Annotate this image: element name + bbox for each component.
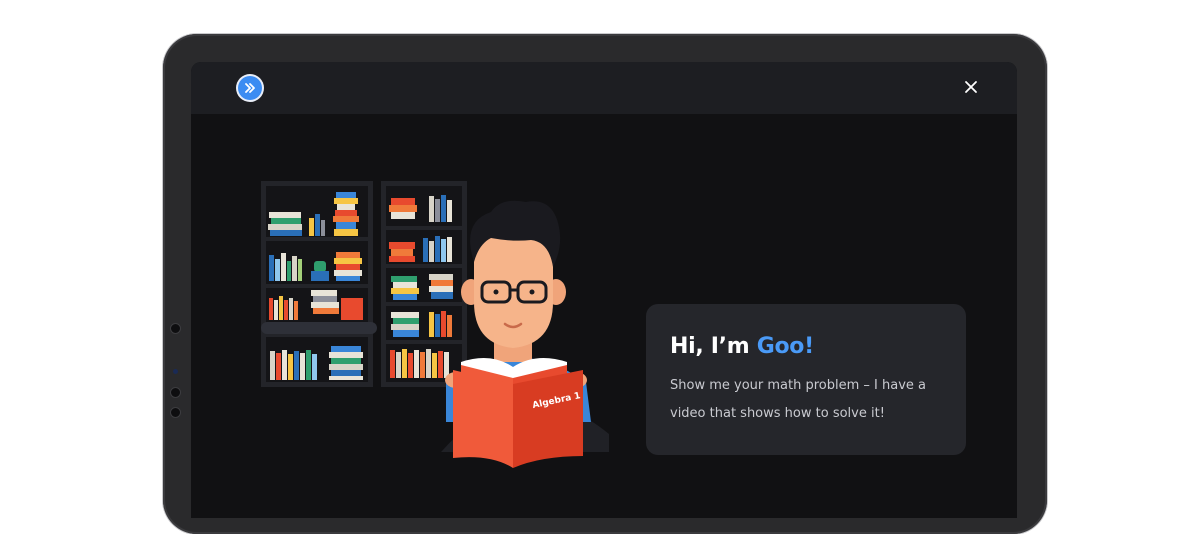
- greeting-message: Show me your math problem – I have a vid…: [670, 378, 926, 421]
- device-side-button: [170, 407, 181, 418]
- app-screen: Algebra 1 Hi, I’m Goo! Show me your math…: [191, 62, 1017, 518]
- bookshelf-right: [381, 181, 467, 387]
- device-side-button: [170, 387, 181, 398]
- greeting-title: Hi, I’m Goo!: [670, 334, 814, 359]
- bookshelf-left: [261, 181, 377, 387]
- greeting-prefix: Hi, I’m: [670, 334, 757, 359]
- device-side-button: [170, 323, 181, 334]
- algebra-book: Algebra 1: [453, 358, 583, 468]
- assistant-name: Goo!: [756, 334, 814, 359]
- device-camera: [173, 369, 178, 374]
- greeting-card: Hi, I’m Goo! Show me your math problem –…: [646, 304, 966, 455]
